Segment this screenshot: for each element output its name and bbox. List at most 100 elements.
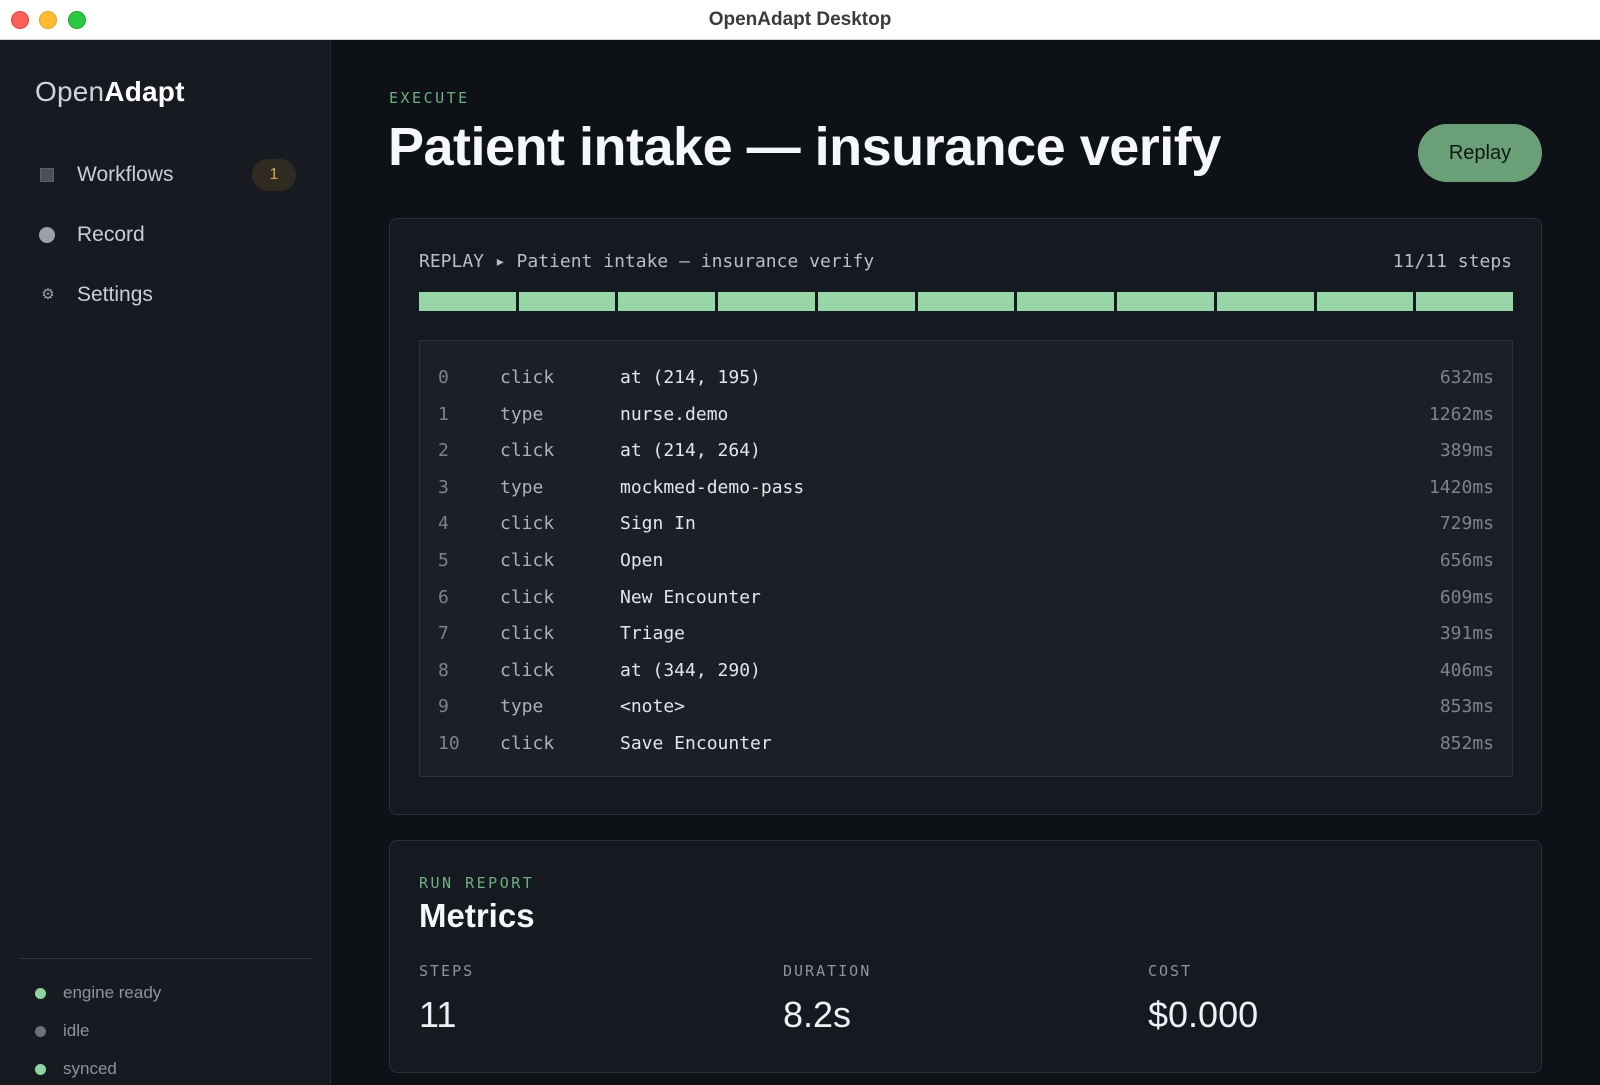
step-row: 6 click New Encounter 609ms xyxy=(420,579,1512,615)
status-dot-icon xyxy=(35,1064,46,1075)
step-index: 6 xyxy=(438,586,449,608)
step-index: 9 xyxy=(438,696,449,718)
replay-panel: REPLAY ▸ Patient intake — insurance veri… xyxy=(389,218,1542,815)
step-index: 1 xyxy=(438,403,449,425)
metric-label: COST xyxy=(1148,962,1193,980)
step-target: nurse.demo xyxy=(620,403,729,425)
run-report-panel: RUN REPORT Metrics STEPS 11 DURATION 8.2… xyxy=(389,840,1542,1073)
replay-step-count: 11/11 steps xyxy=(1392,251,1512,272)
step-index: 8 xyxy=(438,659,449,681)
step-row: 2 click at (214, 264) 389ms xyxy=(420,432,1512,468)
step-duration: 1420ms xyxy=(1428,476,1494,498)
step-duration: 609ms xyxy=(1439,586,1494,608)
logo-text-bold: Adapt xyxy=(104,76,185,107)
window-title: OpenAdapt Desktop xyxy=(708,9,892,30)
sidebar-item-record[interactable]: Record xyxy=(20,213,300,257)
step-action: click xyxy=(500,659,555,681)
sidebar-item-workflows[interactable]: Workflows 1 xyxy=(20,153,300,197)
section-eyebrow: EXECUTE xyxy=(389,89,470,107)
metric-value: 11 xyxy=(419,994,457,1035)
step-target: at (344, 290) xyxy=(620,659,761,681)
metric-label: DURATION xyxy=(783,962,872,980)
step-index: 4 xyxy=(438,513,449,535)
step-row: 8 click at (344, 290) 406ms xyxy=(420,652,1512,688)
gear-icon: ⚙ xyxy=(41,286,55,303)
step-duration: 632ms xyxy=(1439,367,1494,388)
title-bar: OpenAdapt Desktop xyxy=(0,0,1600,40)
logo-text-light: Open xyxy=(35,76,105,107)
step-row: 1 type nurse.demo 1262ms xyxy=(420,396,1512,432)
step-list: 0 click at (214, 195) 632ms 1 type nurse.demo 1… xyxy=(419,340,1513,777)
step-index: 3 xyxy=(438,476,449,498)
progress-segment xyxy=(1216,292,1314,311)
metric-steps: STEPS 11 xyxy=(419,962,719,1036)
step-row: 4 click Sign In 729ms xyxy=(420,505,1512,541)
step-target: Save Encounter xyxy=(620,733,772,754)
app-logo: OpenAdapt xyxy=(35,76,185,108)
workflows-count-badge: 1 xyxy=(252,159,296,191)
progress-segment xyxy=(718,292,815,311)
step-target: Open xyxy=(620,550,664,571)
progress-segment xyxy=(1416,292,1514,311)
step-duration: 391ms xyxy=(1439,623,1494,645)
sidebar: OpenAdapt Workflows 1 Record ⚙ Settings … xyxy=(0,40,331,1085)
step-action: type xyxy=(500,696,544,718)
replay-header: REPLAY ▸ Patient intake — insurance veri… xyxy=(419,251,875,272)
step-target: at (214, 195) xyxy=(620,367,761,388)
metric-duration: DURATION 8.2s xyxy=(783,962,1083,1036)
progress-segment xyxy=(1316,292,1414,311)
step-target: Triage xyxy=(620,623,686,645)
step-row: 3 type mockmed-demo-pass 1420ms xyxy=(420,469,1512,505)
status-dot-icon xyxy=(35,1026,46,1037)
step-row: 9 type <note> 853ms xyxy=(420,688,1512,724)
status-text: idle xyxy=(63,1021,90,1040)
metric-value: 8.2s xyxy=(783,994,852,1035)
record-icon xyxy=(39,227,55,243)
metric-label: STEPS xyxy=(419,962,475,980)
step-action: click xyxy=(500,367,555,388)
step-action: type xyxy=(500,403,544,425)
step-action: type xyxy=(500,476,544,498)
step-target: at (214, 264) xyxy=(620,440,761,462)
progress-segment xyxy=(917,292,1015,311)
step-duration: 729ms xyxy=(1439,513,1494,535)
step-index: 5 xyxy=(438,550,449,571)
step-duration: 656ms xyxy=(1439,550,1494,571)
progress-segment xyxy=(419,292,516,311)
sidebar-item-label: Record xyxy=(77,223,145,246)
progress-segment xyxy=(1117,292,1214,311)
status-text: engine ready xyxy=(63,983,162,1002)
step-duration: 389ms xyxy=(1439,440,1494,462)
step-action: click xyxy=(500,733,555,754)
step-index: 7 xyxy=(438,623,449,645)
workflows-icon xyxy=(40,168,54,182)
step-target: New Encounter xyxy=(620,586,761,608)
step-duration: 1262ms xyxy=(1428,403,1494,425)
replay-progress-bar xyxy=(419,292,1514,311)
progress-segment xyxy=(518,292,616,311)
app-window: OpenAdapt Desktop OpenAdapt Workflows 1 … xyxy=(0,0,1600,1085)
step-target: Sign In xyxy=(620,513,696,535)
report-title: Metrics xyxy=(419,897,535,934)
step-duration: 406ms xyxy=(1439,659,1494,681)
sidebar-divider xyxy=(19,958,312,959)
main-content: EXECUTE Patient intake — insurance verif… xyxy=(331,40,1600,1085)
sidebar-item-label: Settings xyxy=(77,283,153,306)
step-row: 7 click Triage 391ms xyxy=(420,615,1512,651)
metric-value: $0.000 xyxy=(1148,994,1259,1035)
step-duration: 853ms xyxy=(1439,696,1494,718)
step-target: <note> xyxy=(620,696,686,718)
step-target: mockmed-demo-pass xyxy=(620,476,805,498)
step-row: 5 click Open 656ms xyxy=(420,542,1512,578)
sidebar-item-settings[interactable]: ⚙ Settings xyxy=(20,273,300,317)
step-action: click xyxy=(500,550,555,571)
step-duration: 852ms xyxy=(1439,733,1494,754)
step-row: 0 click at (214, 195) 632ms xyxy=(420,359,1512,395)
step-index: 10 xyxy=(438,733,460,754)
step-action: click xyxy=(500,513,555,535)
step-index: 0 xyxy=(438,367,449,388)
replay-button[interactable]: Replay xyxy=(1418,124,1542,182)
progress-segment xyxy=(618,292,716,311)
step-row: 10 click Save Encounter 852ms xyxy=(420,725,1512,761)
sidebar-item-label: Workflows xyxy=(77,163,174,186)
